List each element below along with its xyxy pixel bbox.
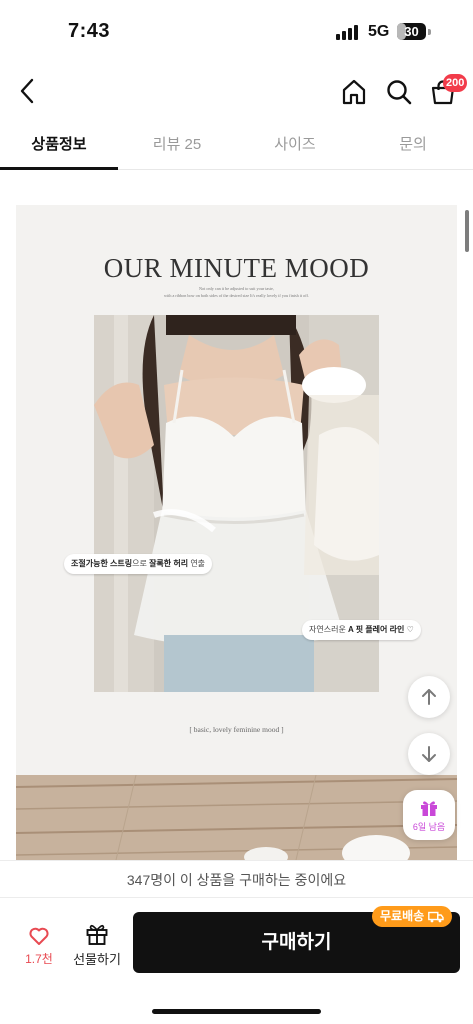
detail-subtitle-line1: Not only can it be adjusted to suit your… — [199, 286, 274, 291]
status-bar: 7:43 5G 30 — [0, 0, 473, 62]
gift-button-label: 선물하기 — [73, 952, 121, 967]
battery-level: 30 — [404, 24, 419, 39]
scroll-bottom-button[interactable] — [408, 733, 450, 775]
detail-title: OUR MINUTE MOOD — [103, 253, 370, 283]
arrow-up-icon — [422, 689, 436, 705]
tab-product-info[interactable]: 상품정보 — [0, 122, 118, 168]
tab-reviews[interactable]: 리뷰 25 — [118, 122, 236, 168]
like-count: 1.7천 — [25, 952, 53, 966]
detail-caption: [ basic, lovely feminine mood ] — [189, 725, 284, 734]
gift-icon — [86, 924, 108, 945]
nav-header — [0, 64, 473, 120]
product-detail-image-2 — [16, 775, 457, 860]
cart-count-badge: 200 — [443, 74, 468, 92]
callout-waist-string: 조절가능한 스트링으로 잘록한 허리 연출 — [64, 554, 213, 574]
signal-strength-icon — [336, 24, 360, 40]
callout-flare-line: 자연스러운 A 핏 플레어 라인 ♡ — [302, 620, 421, 640]
page-scrollbar[interactable] — [465, 210, 469, 252]
network-type: 5G — [368, 23, 390, 40]
purchase-notice: 347명이 이 상품을 구매하는 중이에요 — [0, 860, 473, 898]
bottom-action-bar: 1.7천 선물하기 구매하기 무료배송 — [0, 898, 473, 1024]
battery-icon: 30 — [397, 23, 426, 40]
gift-event-label: 6일 남음 — [412, 822, 446, 832]
heart-icon — [29, 927, 49, 945]
home-icon — [342, 79, 366, 105]
callout-flare-bold: A 핏 플레어 라인 — [348, 625, 405, 634]
arrow-down-icon — [422, 746, 436, 762]
active-tab-indicator — [0, 167, 118, 170]
gift-button[interactable]: 선물하기 — [68, 922, 126, 967]
tab-size[interactable]: 사이즈 — [236, 122, 354, 168]
gift-event-button[interactable]: 6일 남음 — [403, 790, 455, 840]
product-detail-image: OUR MINUTE MOOD Not only can it be adjus… — [16, 205, 457, 775]
like-button[interactable]: 1.7천 — [14, 922, 64, 966]
callout-waist-bold-2: 잘록한 허리 — [149, 559, 189, 568]
callout-waist-text-2: 연출 — [188, 559, 206, 568]
search-button[interactable] — [383, 76, 415, 108]
scroll-top-button[interactable] — [408, 676, 450, 718]
callout-flare-text-1: 자연스러운 — [309, 625, 349, 634]
back-button[interactable] — [12, 74, 42, 108]
search-icon — [387, 80, 412, 105]
tab-inquiry[interactable]: 문의 — [354, 122, 472, 168]
detail-subtitle-line2: with a ribbon bow on both sides of the d… — [163, 293, 309, 298]
home-indicator — [152, 1009, 321, 1014]
free-shipping-badge: 무료배송 — [372, 906, 453, 927]
free-shipping-label: 무료배송 — [380, 909, 425, 923]
status-time: 7:43 — [68, 20, 111, 42]
back-arrow-icon — [20, 78, 34, 104]
callout-waist-text-1: 으로 — [132, 559, 150, 568]
gift-icon — [421, 801, 437, 816]
callout-flare-text-2: ♡ — [404, 625, 414, 634]
callout-waist-bold-1: 조절가능한 스트링 — [71, 559, 133, 568]
tab-bar: 상품정보 리뷰 25 사이즈 문의 — [0, 122, 473, 170]
truck-icon — [428, 911, 444, 922]
battery-nub — [428, 29, 431, 35]
home-button[interactable] — [338, 76, 370, 108]
